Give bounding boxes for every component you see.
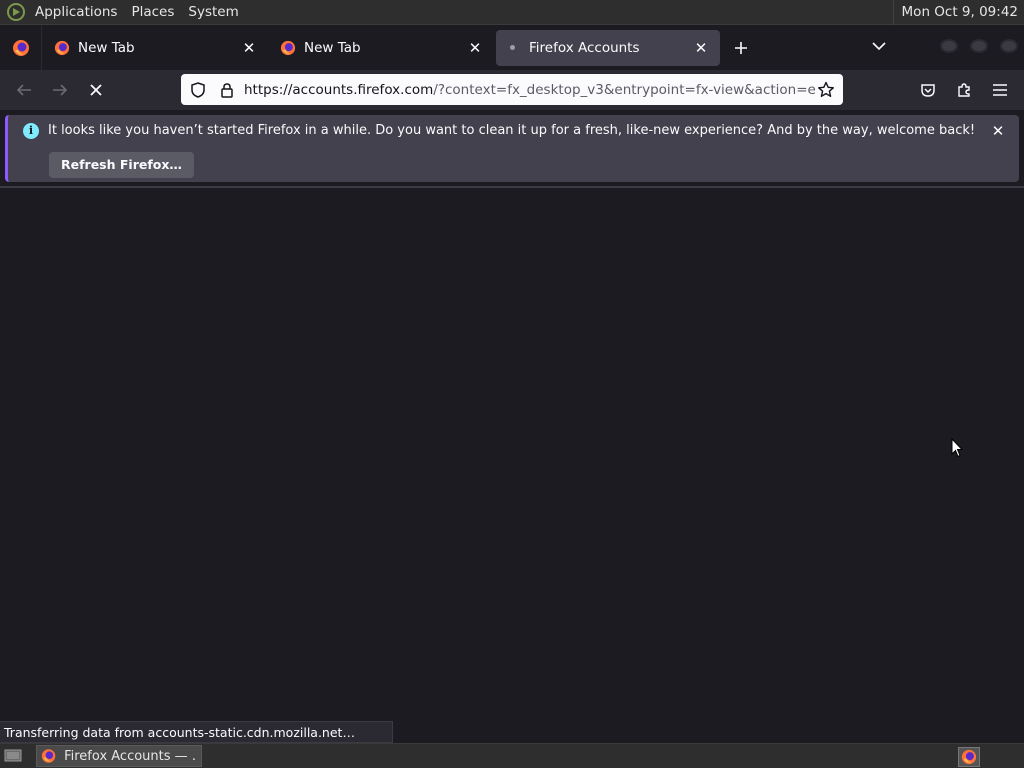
firefox-logo-icon [12, 39, 29, 56]
loading-indicator-icon [510, 45, 515, 50]
refresh-firefox-notification: i It looks like you haven’t started Fire… [5, 115, 1019, 182]
tray-firefox-icon[interactable] [958, 747, 980, 767]
url-text[interactable]: https://accounts.firefox.com/?context=fx… [244, 82, 817, 98]
arrow-right-icon [53, 84, 68, 96]
arrow-left-icon [16, 84, 31, 96]
firefox-logo-icon [41, 749, 56, 763]
pocket-button[interactable] [912, 74, 944, 106]
status-panel: Transferring data from accounts-static.c… [0, 721, 393, 743]
mouse-cursor-icon [951, 438, 963, 458]
url-path: /?context=fx_desktop_v3&entrypoint=fx-vi… [433, 81, 817, 98]
taskbar-item-label: Firefox Accounts — … [64, 748, 197, 764]
tab-strip: New Tab ✕ New Tab ✕ Firefox Accounts ✕ [0, 25, 1024, 70]
close-notification-icon[interactable]: ✕ [989, 122, 1007, 140]
chevron-down-icon [872, 42, 886, 51]
app-menu-button[interactable] [984, 74, 1016, 106]
hamburger-menu-icon [993, 84, 1007, 96]
close-tab-icon[interactable]: ✕ [240, 39, 258, 57]
new-tab-button[interactable] [726, 33, 756, 63]
places-menu[interactable]: Places [124, 4, 181, 20]
clock[interactable]: Mon Oct 9, 09:42 [892, 0, 1018, 25]
close-window-button[interactable] [1000, 39, 1018, 53]
bottom-taskbar: Firefox Accounts — … [0, 743, 1024, 768]
tab-label: New Tab [304, 39, 361, 56]
minimize-button[interactable] [940, 39, 958, 53]
window-controls [940, 39, 1018, 53]
stop-x-icon [90, 84, 102, 96]
maximize-button[interactable] [970, 39, 988, 53]
forward-button[interactable] [44, 74, 76, 106]
navigation-toolbar: https://accounts.firefox.com/?context=fx… [0, 70, 1024, 110]
close-tab-icon[interactable]: ✕ [466, 39, 484, 57]
close-tab-icon[interactable]: ✕ [692, 39, 710, 57]
show-desktop-button[interactable] [2, 746, 24, 766]
applications-menu[interactable]: Applications [28, 4, 124, 20]
tab-label: New Tab [78, 39, 135, 56]
info-icon: i [23, 123, 39, 139]
url-host: https://accounts.firefox.com [244, 81, 434, 98]
bookmark-star-icon[interactable] [817, 81, 835, 99]
firefox-view-button[interactable] [0, 25, 42, 70]
system-top-panel: Applications Places System Mon Oct 9, 09… [0, 0, 1024, 25]
back-button[interactable] [8, 74, 40, 106]
taskbar-item-firefox[interactable]: Firefox Accounts — … [36, 745, 202, 767]
tab-new-tab-1[interactable]: New Tab ✕ [44, 30, 268, 66]
extensions-button[interactable] [948, 74, 980, 106]
plus-icon [735, 41, 747, 54]
system-logo-icon[interactable] [4, 0, 28, 24]
puzzle-icon [958, 83, 970, 97]
page-content[interactable] [0, 188, 1024, 721]
list-all-tabs-button[interactable] [866, 33, 892, 59]
url-bar[interactable]: https://accounts.firefox.com/?context=fx… [181, 74, 843, 105]
stop-button[interactable] [80, 74, 112, 106]
firefox-favicon-icon [54, 40, 70, 55]
lock-icon[interactable] [220, 82, 234, 98]
tab-label: Firefox Accounts [529, 39, 640, 56]
desktop-icon [4, 749, 22, 762]
pocket-icon [921, 84, 935, 97]
tab-new-tab-2[interactable]: New Tab ✕ [270, 30, 494, 66]
tab-firefox-accounts[interactable]: Firefox Accounts ✕ [496, 29, 720, 66]
refresh-firefox-button[interactable]: Refresh Firefox… [49, 152, 194, 178]
tracking-protection-shield-icon[interactable] [190, 81, 206, 98]
notification-message: It looks like you haven’t started Firefo… [48, 123, 976, 138]
firefox-favicon-icon [280, 40, 296, 55]
system-menu[interactable]: System [181, 4, 245, 20]
